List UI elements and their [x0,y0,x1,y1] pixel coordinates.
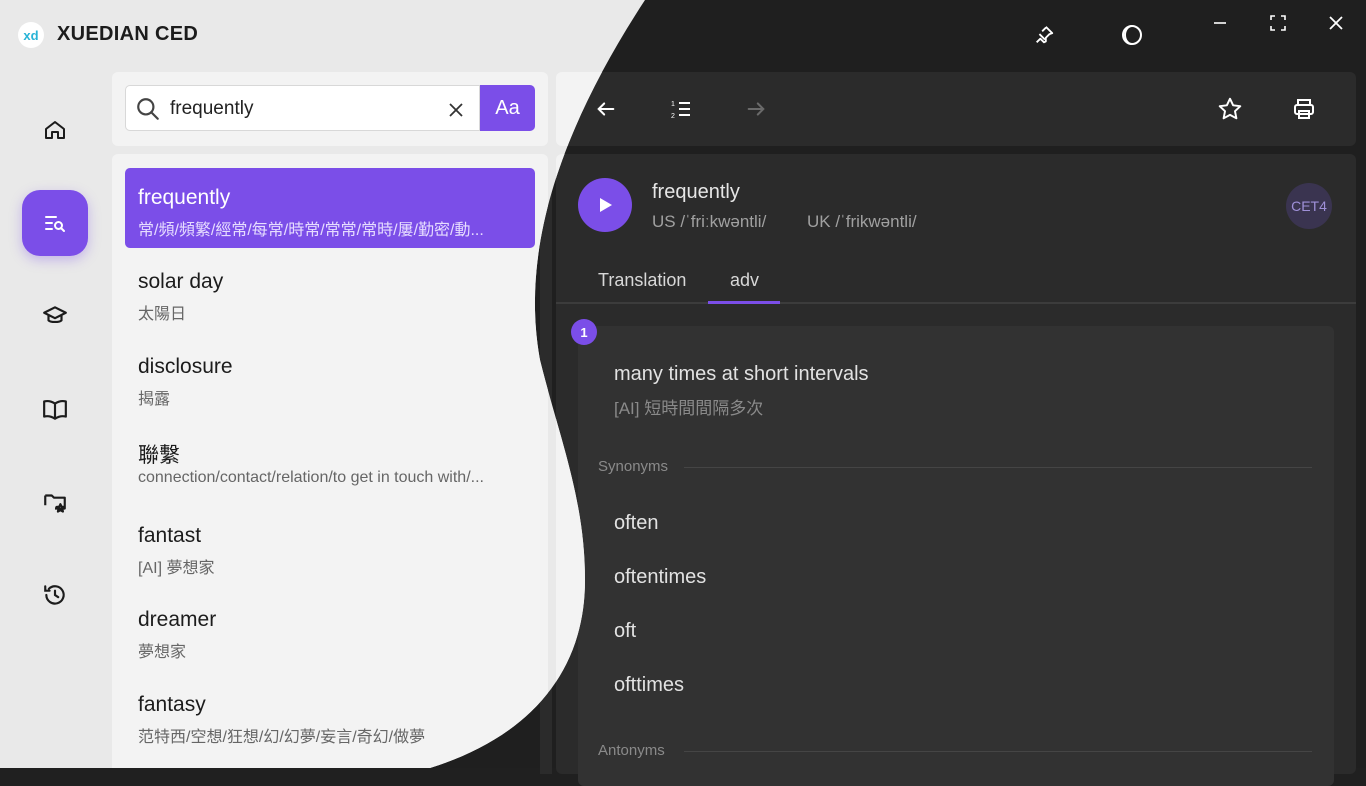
entry-headword: frequently [652,181,740,203]
synonyms-divider [684,467,1312,468]
synonym-item[interactable]: ofttimes [614,674,684,697]
folder-star-icon [42,489,68,515]
result-definition: [AI] 夢想家 [138,560,215,577]
tab-translation[interactable]: Translation [598,270,686,291]
result-item[interactable]: frequently 常/頻/頻繁/經常/每常/時常/常常/常時/屢/勤密/動.… [125,168,535,248]
result-item[interactable]: disclosure 揭露 [125,337,535,417]
nav-search[interactable] [22,190,88,256]
nav-book[interactable] [22,376,88,442]
numbered-list-icon[interactable]: 12 [661,89,701,129]
search-icon [135,96,161,122]
app-logo: xd [18,22,44,48]
play-icon [600,198,612,212]
nav-home[interactable] [22,97,88,163]
back-arrow-icon[interactable] [586,89,626,129]
us-phonetic[interactable]: US /ˈfriːkwəntli/ [652,212,766,232]
result-word: fantasy [138,693,206,716]
nav-favorites[interactable] [22,469,88,535]
result-definition: 范特西/空想/狂想/幻/幻夢/妄言/奇幻/做夢 [138,729,426,746]
search-mode-button[interactable]: Aa [480,85,535,131]
uk-phonetic[interactable]: UK /ˈfrikwəntli/ [807,212,917,232]
nav-history[interactable] [22,562,88,628]
synonym-item[interactable]: oftentimes [614,566,706,589]
result-item[interactable]: 聯繫 connection/contact/relation/to get in… [125,421,535,501]
result-item[interactable]: fantasy 范特西/空想/狂想/幻/幻夢/妄言/奇幻/做夢 [125,675,535,755]
graduation-cap-icon [42,303,68,329]
result-word: frequently [138,186,231,209]
book-icon [42,396,68,422]
search-input[interactable] [170,95,430,123]
synonyms-label: Synonyms [598,458,669,475]
close-icon[interactable] [1321,8,1351,38]
result-word: disclosure [138,355,233,378]
result-word: solar day [138,270,224,293]
tab-active-indicator [708,301,780,304]
svg-text:1: 1 [671,101,675,108]
result-word: dreamer [138,608,217,631]
fullscreen-icon[interactable] [1263,8,1293,38]
pin-icon[interactable] [1029,20,1059,50]
printer-icon[interactable] [1284,89,1324,129]
tab-adv[interactable]: adv [730,270,759,291]
result-item[interactable]: fantast [AI] 夢想家 [125,506,535,586]
minimize-icon[interactable] [1205,8,1235,38]
sense-definition: many times at short intervals [614,363,869,385]
result-item[interactable]: solar day 太陽日 [125,252,535,332]
theme-icon[interactable] [1117,20,1147,50]
result-definition: 夢想家 [138,644,187,661]
result-definition: connection/contact/relation/to get in to… [138,469,484,486]
result-word: fantast [138,524,202,547]
sense-number: 1 [571,319,597,345]
antonyms-divider [684,751,1312,752]
history-icon [42,582,68,608]
tab-divider [556,302,1356,304]
play-pronunciation-button[interactable] [578,178,632,232]
app-title: XUEDIAN CED [57,23,199,45]
nav-learn[interactable] [22,283,88,349]
result-word: 聯繫 [138,444,180,467]
level-badge: CET4 [1286,183,1332,229]
antonyms-label: Antonyms [598,742,665,759]
forward-arrow-icon[interactable] [736,89,776,129]
home-icon [43,118,67,142]
clear-search-icon[interactable] [444,98,468,122]
synonym-item[interactable]: often [614,512,658,535]
result-definition: 常/頻/頻繁/經常/每常/時常/常常/常時/屢/勤密/動... [138,222,484,239]
sense-translation: [AI] 短時間間隔多次 [614,399,764,418]
synonym-item[interactable]: oft [614,620,636,643]
result-definition: 揭露 [138,391,171,408]
result-definition: 太陽日 [138,306,187,323]
search-list-icon [43,211,67,235]
result-item[interactable]: dreamer 夢想家 [125,590,535,670]
star-icon[interactable] [1210,89,1250,129]
svg-text:2: 2 [671,113,675,120]
